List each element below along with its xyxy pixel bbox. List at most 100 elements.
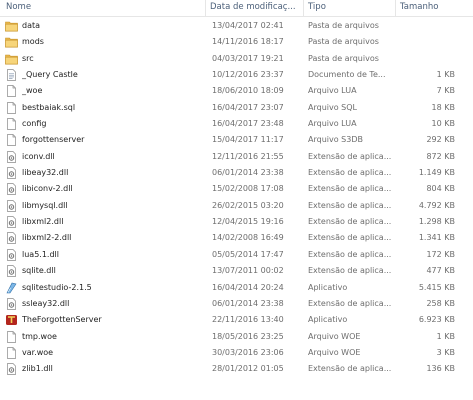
- file-row[interactable]: libiconv-2.dll 15/02/2008 17:08 Extensão d…: [0, 181, 473, 197]
- file-row[interactable]: lua5.1.dll 05/05/2014 17:47 Extensão de ap…: [0, 247, 473, 263]
- file-row[interactable]: _woe 18/06/2010 18:09 Arquivo LUA 7 KB: [0, 83, 473, 99]
- file-name: _Query Castle: [22, 70, 78, 80]
- file-name: tmp.woe: [22, 331, 57, 341]
- file-type: Arquivo LUA: [308, 119, 357, 129]
- file-name: libmysql.dll: [22, 200, 68, 210]
- file-type: Arquivo LUA: [308, 86, 357, 96]
- column-header-date-modified[interactable]: Data de modificaç...: [206, 0, 304, 16]
- file-date-modified: 16/04/2017 23:07: [212, 102, 284, 112]
- file-size: 1 KB: [436, 70, 455, 80]
- file-row[interactable]: var.woe 30/03/2016 23:06 Arquivo WOE 3 KB: [0, 345, 473, 361]
- file-icon: [5, 101, 18, 114]
- file-date-modified: 28/01/2012 01:05: [212, 364, 284, 374]
- file-row[interactable]: ssleay32.dll 06/01/2014 23:38 Extensão de …: [0, 296, 473, 312]
- file-size: 18 KB: [431, 102, 455, 112]
- file-row[interactable]: iconv.dll 12/11/2016 21:55 Extensão de apl…: [0, 149, 473, 165]
- column-header-size[interactable]: Tamanho: [396, 0, 458, 16]
- file-row[interactable]: forgottenserver 15/04/2017 11:17 Arquivo S…: [0, 132, 473, 148]
- dll-icon: [5, 248, 18, 261]
- file-date-modified: 18/06/2010 18:09: [212, 86, 284, 96]
- file-row[interactable]: TheForgottenServer 22/11/2016 13:40 Aplica…: [0, 312, 473, 328]
- dll-icon: [5, 216, 18, 228]
- file-row[interactable]: sqlite.dll 13/07/2011 00:02 Extensão de ap…: [0, 263, 473, 279]
- file-type: Pasta de arquivos: [308, 53, 379, 63]
- file-name: mods: [22, 37, 44, 47]
- file-name: TheForgottenServer: [22, 315, 102, 325]
- file-date-modified: 16/04/2017 23:48: [212, 119, 284, 129]
- column-header-type[interactable]: Tipo: [304, 0, 396, 16]
- file-name: iconv.dll: [22, 151, 55, 161]
- file-type: Arquivo WOE: [308, 347, 361, 357]
- file-date-modified: 13/07/2011 00:02: [212, 266, 284, 276]
- file-size: 1.341 KB: [418, 233, 455, 243]
- folder-icon: [5, 36, 18, 48]
- file-type: Extensão de aplica...: [308, 266, 392, 276]
- file-name: libxml2-2.dll: [22, 233, 72, 243]
- file-icon: [5, 347, 18, 359]
- file-icon: [5, 330, 18, 343]
- file-type: Extensão de aplica...: [308, 233, 392, 243]
- file-size: 804 KB: [426, 184, 455, 194]
- file-row[interactable]: data 13/04/2017 02:41 Pasta de arquivos: [0, 18, 473, 34]
- file-row[interactable]: _Query Castle 10/12/2016 23:37 Documento d…: [0, 67, 473, 83]
- file-row[interactable]: libxml2.dll 12/04/2015 19:16 Extensão de a…: [0, 214, 473, 230]
- file-row[interactable]: libxml2-2.dll 14/02/2008 16:49 Extensão de…: [0, 230, 473, 246]
- file-size: 258 KB: [426, 298, 455, 308]
- file-date-modified: 06/01/2014 23:38: [212, 168, 284, 178]
- column-header-bar: Nome Data de modificaç... Tipo Tamanho: [0, 0, 473, 17]
- dll-icon: [5, 167, 18, 179]
- file-row[interactable]: tmp.woe 18/05/2016 23:25 Arquivo WOE 1 KB: [0, 329, 473, 345]
- file-name: forgottenserver: [22, 135, 85, 145]
- file-date-modified: 06/01/2014 23:38: [212, 298, 284, 308]
- file-size: [396, 18, 455, 34]
- file-row[interactable]: src 04/03/2017 19:21 Pasta de arquivos: [0, 51, 473, 67]
- column-header-name[interactable]: Nome: [0, 0, 206, 16]
- file-type: Extensão de aplica...: [308, 151, 392, 161]
- file-name: libiconv-2.dll: [22, 184, 73, 194]
- text-file-icon: [5, 69, 18, 81]
- folder-icon: [5, 20, 18, 32]
- tfs-app-icon: [5, 314, 18, 326]
- file-row[interactable]: bestbaiak.sql 16/04/2017 23:07 Arquivo SQL…: [0, 100, 473, 116]
- sqlitestudio-app-icon: [5, 282, 18, 294]
- file-date-modified: 04/03/2017 19:21: [212, 53, 284, 63]
- file-date-modified: 10/12/2016 23:37: [212, 70, 284, 80]
- file-size: 172 KB: [426, 249, 455, 259]
- file-type: Aplicativo: [308, 282, 348, 292]
- file-name: libxml2.dll: [22, 217, 64, 227]
- file-type: Arquivo S3DB: [308, 135, 363, 145]
- file-size: 7 KB: [436, 86, 455, 96]
- file-size: 1.298 KB: [418, 217, 455, 227]
- file-date-modified: 16/04/2014 20:24: [212, 282, 284, 292]
- file-row[interactable]: mods 14/11/2016 18:17 Pasta de arquivos: [0, 34, 473, 50]
- file-row[interactable]: zlib1.dll 28/01/2012 01:05 Extensão de apl…: [0, 361, 473, 377]
- file-date-modified: 13/04/2017 02:41: [212, 21, 284, 30]
- file-date-modified: 14/11/2016 18:17: [212, 37, 284, 47]
- file-name: _woe: [22, 86, 43, 96]
- file-name: bestbaiak.sql: [22, 102, 76, 112]
- file-size: 1 KB: [436, 331, 455, 341]
- file-date-modified: 22/11/2016 13:40: [212, 315, 284, 325]
- file-name: config: [22, 119, 47, 129]
- file-row[interactable]: libmysql.dll 26/02/2015 03:20 Extensão de …: [0, 198, 473, 214]
- file-type: Extensão de aplica...: [308, 200, 392, 210]
- file-row[interactable]: sqlitestudio-2.1.5 16/04/2014 20:24 Aplica…: [0, 280, 473, 296]
- file-size: 5.415 KB: [418, 282, 455, 292]
- file-size: [396, 51, 455, 67]
- dll-icon: [5, 232, 18, 245]
- dll-icon: [5, 265, 18, 278]
- file-type: Pasta de arquivos: [308, 37, 379, 47]
- file-date-modified: 05/05/2014 17:47: [212, 249, 284, 259]
- file-name: zlib1.dll: [22, 364, 53, 374]
- dll-icon: [5, 183, 18, 196]
- file-type: Arquivo WOE: [308, 331, 361, 341]
- file-date-modified: 26/02/2015 03:20: [212, 200, 284, 210]
- file-type: Extensão de aplica...: [308, 184, 392, 194]
- dll-icon: [5, 199, 18, 212]
- file-list: data 13/04/2017 02:41 Pasta de arquivos mod…: [0, 18, 473, 378]
- file-row[interactable]: config 16/04/2017 23:48 Arquivo LUA 10 KB: [0, 116, 473, 132]
- file-date-modified: 12/04/2015 19:16: [212, 217, 284, 227]
- file-name: data: [22, 21, 41, 30]
- file-type: Extensão de aplica...: [308, 217, 392, 227]
- file-row[interactable]: libeay32.dll 06/01/2014 23:38 Extensão de …: [0, 165, 473, 181]
